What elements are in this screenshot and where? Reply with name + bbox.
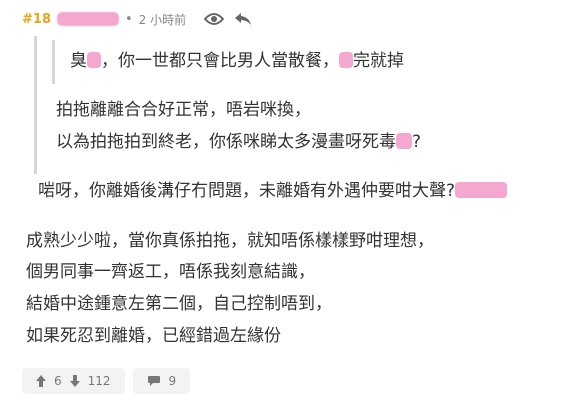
comment-icon [147, 375, 161, 387]
post-header: #18 • 2 小時前 [22, 8, 252, 30]
floor-number: #18 [22, 11, 51, 27]
quote-outer-line2: 以為拍拖拍到終老，你係咪睇太多漫畫呀死毒? [56, 132, 422, 152]
post-time: 2 小時前 [138, 12, 187, 27]
body-line-2: 個男同事一齊返工，唔係我刻意結識， [26, 262, 315, 282]
vote-box: 6 112 [22, 368, 125, 394]
censored-emoji [455, 182, 508, 198]
eye-icon[interactable] [204, 12, 225, 26]
censored-emoji [396, 133, 412, 149]
username-censored[interactable] [56, 12, 119, 26]
reply-icon[interactable] [234, 12, 252, 26]
censored-word [87, 52, 101, 68]
comment-count: 9 [168, 374, 177, 388]
downvote-count: 112 [87, 374, 111, 388]
comment-box[interactable]: 9 [132, 368, 191, 394]
censored-word [339, 52, 353, 68]
quote-inner-text: 臭，你一世都只會比男人當散餐， 完就掉 [70, 51, 404, 71]
body-line-4: 如果死忍到離婚，已經錯過左緣份 [26, 326, 281, 346]
quote-outer-line1: 拍拖離離合合好正常，唔岩咪換， [56, 100, 311, 120]
upvote-icon[interactable] [36, 375, 46, 387]
body-line-1: 成熟少少啦，當你真係拍拖，就知唔係樣樣野咁理想， [26, 231, 434, 251]
post-footer: 6 112 9 [22, 368, 191, 394]
body-line-3: 結婚中途鍾意左第二個，自己控制唔到， [26, 294, 332, 314]
separator-dot: • [124, 11, 133, 27]
downvote-icon[interactable] [69, 375, 80, 387]
quote-reply-text: 啱呀，你離婚後溝仔冇問題，未離婚有外遇仲要咁大聲? [38, 180, 508, 202]
upvote-count: 6 [54, 374, 62, 388]
